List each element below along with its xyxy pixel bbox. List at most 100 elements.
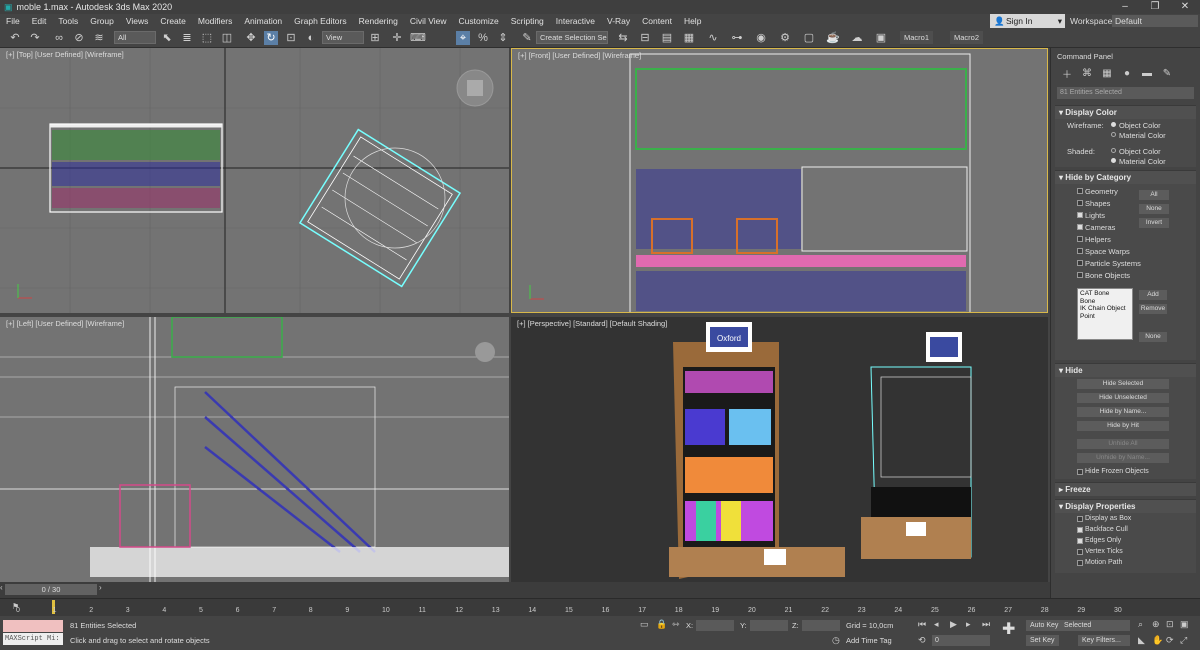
hide-frozen-checkbox[interactable] (1077, 469, 1083, 475)
keyboard-shortcut-icon[interactable]: ⌨ (410, 31, 426, 45)
maxscript-mini-input[interactable]: MAXScript Mi: (3, 633, 63, 645)
snaps-toggle-icon[interactable]: ⌖ (456, 31, 470, 45)
viewport-front[interactable]: [+] [Front] [User Defined] [Wireframe] (511, 48, 1048, 313)
hide-selected-button[interactable]: Hide Selected (1077, 379, 1169, 389)
viewport-perspective[interactable]: [+] [Perspective] [Standard] [Default Sh… (511, 317, 1048, 582)
rollout-header[interactable]: ▾ Hide by Category (1055, 171, 1196, 184)
reference-coordinate-select[interactable]: View (322, 31, 364, 44)
next-key-icon[interactable]: ▸ (966, 619, 971, 630)
set-key-icon[interactable]: ✚ (1002, 622, 1015, 638)
vertex-ticks-checkbox[interactable] (1077, 549, 1083, 555)
rollout-header[interactable]: ▾ Display Color (1055, 106, 1196, 119)
menu-help[interactable]: Help (678, 16, 707, 26)
menu-edit[interactable]: Edit (26, 16, 53, 26)
selection-count-field[interactable]: 81 Entities Selected (1057, 87, 1194, 99)
scale-icon[interactable]: ⊡ (284, 31, 298, 45)
zoom-extents-icon[interactable]: ⊡ (1166, 619, 1174, 630)
redo-icon[interactable]: ↷ (28, 31, 42, 45)
placement-icon[interactable]: ◐ (304, 31, 318, 45)
mirror-icon[interactable]: ⇆ (616, 31, 630, 45)
zoom-all-icon[interactable]: ⊕ (1152, 619, 1160, 630)
particle-systems-checkbox[interactable] (1077, 260, 1083, 266)
hide-unselected-button[interactable]: Hide Unselected (1077, 393, 1169, 403)
edit-named-sets-icon[interactable]: ✎ (520, 31, 534, 45)
maxscript-listener[interactable] (3, 620, 63, 632)
sign-in-dropdown[interactable]: 👤 Sign In ▾ (990, 14, 1065, 28)
play-icon[interactable]: ▶ (950, 619, 957, 630)
y-coordinate-field[interactable] (750, 620, 788, 631)
list-item[interactable]: IK Chain Object (1080, 305, 1130, 313)
select-by-name-icon[interactable]: ≣ (180, 31, 194, 45)
key-mode-icon[interactable]: ⟲ (918, 635, 926, 646)
window-crossing-icon[interactable]: ◫ (220, 31, 234, 45)
menu-content[interactable]: Content (636, 16, 678, 26)
x-coordinate-field[interactable] (696, 620, 734, 631)
category-listbox[interactable]: CAT Bone Bone IK Chain Object Point (1077, 288, 1133, 340)
time-slider-thumb[interactable]: 0 / 30 (5, 584, 97, 595)
viewport-left[interactable]: [+] [Left] [User Defined] [Wireframe] (0, 317, 509, 582)
hierarchy-tab-icon[interactable]: ▦ (1097, 68, 1117, 79)
remove-button[interactable]: Remove (1139, 304, 1167, 314)
add-button[interactable]: Add (1139, 290, 1167, 300)
menu-rendering[interactable]: Rendering (353, 16, 404, 26)
isolate-selection-icon[interactable]: ▭ (640, 619, 649, 630)
cameras-checkbox[interactable] (1077, 224, 1083, 230)
rollout-header[interactable]: ▾ Display Properties (1055, 500, 1196, 513)
menu-group[interactable]: Group (84, 16, 120, 26)
lights-checkbox[interactable] (1077, 212, 1083, 218)
render-icon[interactable]: ☕ (826, 31, 840, 45)
next-frame-icon[interactable]: › (99, 583, 102, 592)
none-button[interactable]: None (1139, 204, 1169, 214)
macro1-button[interactable]: Macro1 (900, 31, 934, 44)
wireframe-material-color-radio[interactable] (1111, 132, 1116, 137)
menu-tools[interactable]: Tools (52, 16, 84, 26)
rendered-frame-icon[interactable]: ▢ (802, 31, 816, 45)
utilities-tab-icon[interactable]: ✎ (1157, 68, 1177, 79)
menu-modifiers[interactable]: Modifiers (192, 16, 238, 26)
list-item[interactable]: Point (1080, 313, 1130, 321)
none-list-button[interactable]: None (1139, 332, 1167, 342)
go-to-start-icon[interactable]: ⏮ (918, 619, 926, 630)
shapes-checkbox[interactable] (1077, 200, 1083, 206)
list-item[interactable]: CAT Bone (1080, 290, 1130, 298)
rollout-header[interactable]: ▾ Hide (1055, 364, 1196, 377)
time-slider[interactable]: ‹ 0 / 30 › (0, 582, 1050, 598)
viewport-label[interactable]: [+] [Front] [User Defined] [Wireframe] (518, 51, 641, 60)
workspaces-select[interactable]: Default (1112, 15, 1198, 27)
move-icon[interactable]: ✥ (244, 31, 258, 45)
rollout-header[interactable]: ▸ Freeze (1055, 483, 1196, 496)
rotate-icon[interactable]: ↻ (264, 31, 278, 45)
zoom-icon[interactable]: ⌕ (1138, 619, 1143, 630)
schematic-view-icon[interactable]: ⊶ (730, 31, 744, 45)
prev-frame-icon[interactable]: ‹ (0, 583, 3, 592)
percent-snap-icon[interactable]: % (476, 31, 490, 45)
edges-only-checkbox[interactable] (1077, 538, 1083, 544)
minimize-button[interactable]: – (1110, 0, 1140, 14)
list-item[interactable]: Bone (1080, 298, 1130, 306)
modify-tab-icon[interactable]: ⌘ (1077, 68, 1097, 79)
macro2-button[interactable]: Macro2 (950, 31, 984, 44)
add-time-tag[interactable]: Add Time Tag (846, 636, 892, 645)
link-icon[interactable]: ∞ (52, 31, 66, 45)
motion-path-checkbox[interactable] (1077, 560, 1083, 566)
menu-interactive[interactable]: Interactive (550, 16, 601, 26)
set-key-button[interactable]: Set Key (1026, 635, 1059, 646)
maximize-button[interactable]: ❐ (1140, 0, 1170, 14)
current-frame-field[interactable]: 0 (932, 635, 990, 646)
named-selection-sets-select[interactable]: Create Selection Se (536, 31, 608, 44)
undo-icon[interactable]: ↶ (8, 31, 22, 45)
render-cloud-icon[interactable]: ☁ (850, 31, 864, 45)
hide-by-name-button[interactable]: Hide by Name... (1077, 407, 1169, 417)
bone-objects-checkbox[interactable] (1077, 272, 1083, 278)
helpers-checkbox[interactable] (1077, 236, 1083, 242)
space-warps-checkbox[interactable] (1077, 248, 1083, 254)
shaded-material-color-radio[interactable] (1111, 158, 1116, 163)
create-tab-icon[interactable]: ＋ (1057, 66, 1077, 81)
time-tag-icon[interactable]: ◷ (832, 635, 840, 646)
z-coordinate-field[interactable] (802, 620, 840, 631)
lock-selection-icon[interactable]: 🔒 (656, 619, 667, 630)
viewport-top[interactable]: [+] [Top] [User Defined] [Wireframe] (0, 48, 509, 313)
toggle-ribbon-icon[interactable]: ▦ (682, 31, 696, 45)
display-tab-icon[interactable]: ▬ (1137, 68, 1157, 79)
shaded-object-color-radio[interactable] (1111, 148, 1116, 153)
